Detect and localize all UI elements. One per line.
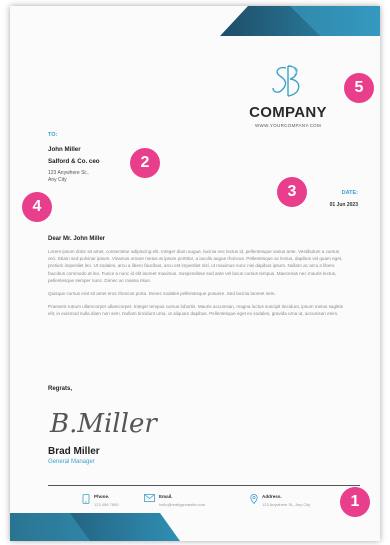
signature-text: B.Miller [49, 409, 158, 439]
contact-email: Email. hello@reallygreatsite.com [144, 494, 205, 507]
signer-name: Brad Miller [48, 446, 100, 457]
to-label: TO: [48, 132, 58, 138]
callout-badge-3: 3 [277, 177, 307, 207]
sb-monogram-icon [272, 65, 300, 97]
recipient-name: John Miller [48, 146, 81, 153]
paragraph-2: Praesent rutrum ullamcorper ullamcorper.… [48, 304, 343, 317]
contact-address: Address. 123 Anywhere St., Any City [250, 494, 310, 507]
recipient-address-line1: 123 Anywhere St., [48, 170, 89, 176]
address-label: Address. [262, 494, 282, 499]
address-value: 123 Anywhere St., Any City [262, 502, 311, 507]
company-url: WWW.YOURCOMPANY.COM [254, 123, 322, 128]
letterhead-page: COMPANY WWW.YOURCOMPANY.COM TO: John Mil… [10, 6, 380, 541]
top-right-decoration [220, 6, 380, 36]
location-icon [250, 494, 258, 504]
recipient-company: Salford & Co. ceo [48, 158, 100, 165]
email-icon [144, 494, 155, 502]
bottom-left-decoration [10, 513, 180, 541]
salutation: Dear Mr. John Miller [48, 236, 106, 242]
callout-badge-5: 5 [344, 73, 374, 103]
callout-badge-2: 2 [130, 148, 160, 178]
phone-label: Phone. [94, 494, 110, 499]
email-label: Email. [159, 494, 173, 499]
date-label: DATE: [341, 190, 358, 196]
company-name: COMPANY [249, 104, 327, 121]
recipient-block: TO: John Miller Salford & Co. ceo 123 An… [48, 132, 100, 184]
letter-body: Dear Mr. John Miller Lorem ipsum dolor s… [48, 236, 348, 324]
phone-icon [82, 494, 90, 504]
callout-badge-1: 1 [340, 487, 370, 517]
phone-value: 123 456 7890 [94, 502, 119, 507]
contact-phone: Phone. 123 456 7890 [82, 494, 118, 507]
paragraph-1b: Quisque cursus erat sit amet eros rhoncu… [48, 291, 276, 297]
date-value: 01 Jun 2023 [329, 202, 358, 208]
email-value: hello@reallygreatsite.com [159, 502, 206, 507]
callout-badge-4: 4 [22, 192, 52, 222]
paragraph-1: Lorem ipsum dolor sit amet, consectetur … [48, 249, 343, 283]
closing: Regrats, [48, 386, 73, 392]
company-logo: COMPANY WWW.YOURCOMPANY.COM [238, 62, 338, 128]
recipient-address-line2: Any City [48, 177, 67, 183]
signature: B.Miller [49, 409, 158, 439]
footer-divider [48, 485, 360, 486]
date-block: DATE: 01 Jun 2023 [330, 190, 358, 208]
signer-title: General Manager [48, 459, 95, 465]
